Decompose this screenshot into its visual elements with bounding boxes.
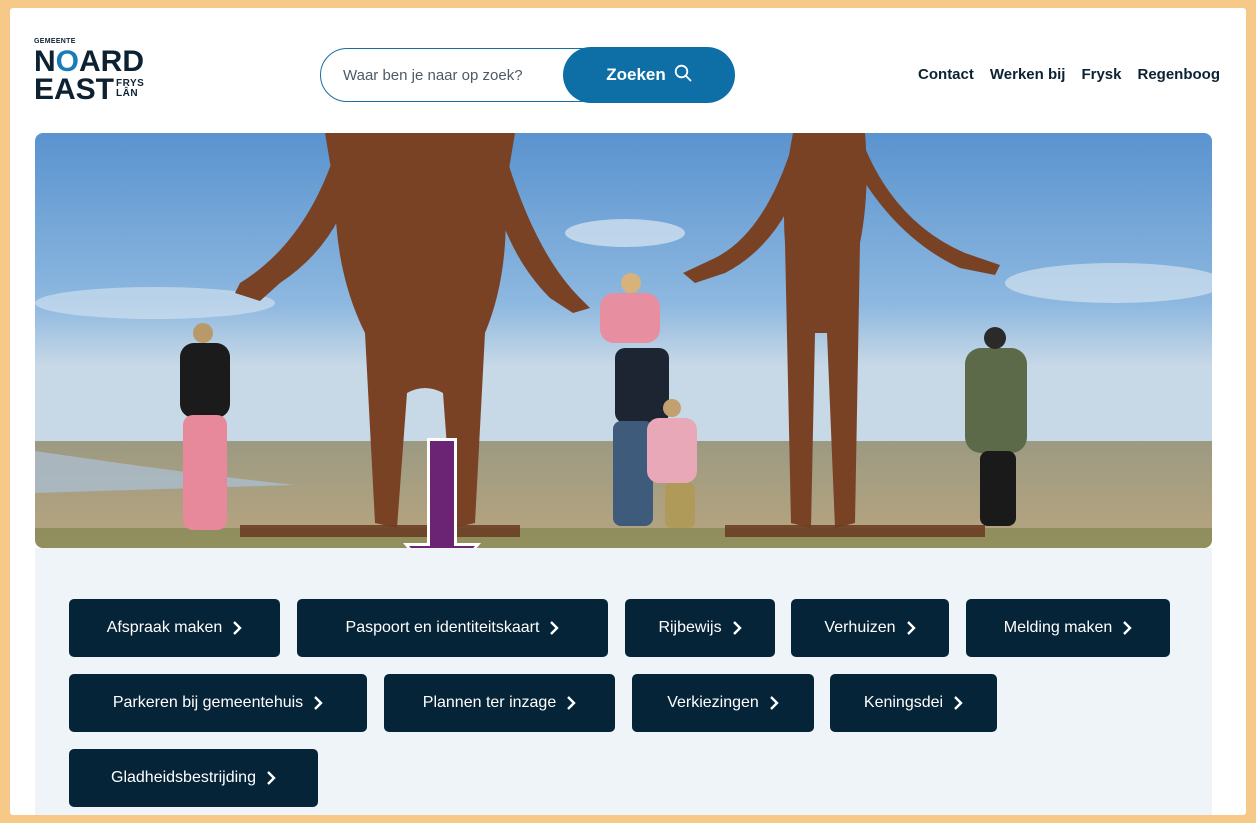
hero-image bbox=[35, 133, 1212, 548]
site-logo[interactable]: GEMEENTE NOARD EAST FRYS LÂN bbox=[34, 38, 174, 128]
tile-verkiezingen[interactable]: Verkiezingen bbox=[632, 674, 814, 732]
chevron-right-icon bbox=[953, 696, 963, 710]
tile-parkeren[interactable]: Parkeren bij gemeentehuis bbox=[69, 674, 367, 732]
search-button-label: Zoeken bbox=[606, 65, 666, 84]
logo-line2: EAST bbox=[34, 73, 115, 106]
tile-label: Rijbewijs bbox=[658, 619, 722, 636]
tile-label: Gladheidsbestrijding bbox=[111, 769, 256, 786]
top-nav: Contact Werken bij Frysk Regenboog bbox=[918, 66, 1220, 83]
search-input[interactable] bbox=[341, 49, 555, 102]
tile-label: Keningsdei bbox=[863, 694, 944, 711]
tile-verhuizen[interactable]: Verhuizen bbox=[791, 599, 949, 657]
tile-afspraak-maken[interactable]: Afspraak maken bbox=[69, 599, 280, 657]
nav-frysk[interactable]: Frysk bbox=[1081, 66, 1121, 83]
chevron-right-icon bbox=[906, 621, 916, 635]
logo-gemeente: GEMEENTE bbox=[34, 38, 76, 45]
tile-label: Verkiezingen bbox=[667, 694, 759, 711]
chevron-right-icon bbox=[549, 621, 560, 635]
logo-line1: NOARD bbox=[34, 45, 145, 78]
tile-melding-maken[interactable]: Melding maken bbox=[966, 599, 1170, 657]
chevron-right-icon bbox=[313, 696, 323, 710]
tile-label: Melding maken bbox=[1003, 619, 1113, 636]
search-button[interactable]: Zoeken bbox=[563, 47, 735, 103]
tile-paspoort[interactable]: Paspoort en identiteitskaart bbox=[297, 599, 608, 657]
search-icon bbox=[674, 64, 692, 87]
tile-gladheidsbestrijding[interactable]: Gladheidsbestrijding bbox=[69, 749, 318, 807]
tile-label: Paspoort en identiteitskaart bbox=[345, 619, 540, 636]
tile-label: Afspraak maken bbox=[106, 619, 223, 636]
chevron-right-icon bbox=[566, 696, 576, 710]
tile-keningsdei[interactable]: Keningsdei bbox=[830, 674, 997, 732]
nav-werken-bij[interactable]: Werken bij bbox=[990, 66, 1066, 83]
chevron-right-icon bbox=[232, 621, 242, 635]
nav-regenboog[interactable]: Regenboog bbox=[1138, 66, 1221, 83]
page-frame: GEMEENTE NOARD EAST FRYSLÂN Zoeken Conta… bbox=[10, 8, 1246, 815]
nav-contact[interactable]: Contact bbox=[918, 66, 974, 83]
chevron-right-icon bbox=[769, 696, 779, 710]
tile-label: Parkeren bij gemeentehuis bbox=[112, 694, 304, 711]
chevron-right-icon bbox=[1122, 621, 1132, 635]
logo-fryslan: FRYS LÂN bbox=[116, 78, 145, 99]
search-bar: Zoeken bbox=[320, 47, 735, 103]
chevron-right-icon bbox=[732, 621, 742, 635]
tile-plannen-ter-inzage[interactable]: Plannen ter inzage bbox=[384, 674, 615, 732]
tile-rijbewijs[interactable]: Rijbewijs bbox=[625, 599, 775, 657]
tile-label: Verhuizen bbox=[824, 619, 896, 636]
tile-label: Plannen ter inzage bbox=[422, 694, 557, 711]
chevron-right-icon bbox=[266, 771, 276, 785]
